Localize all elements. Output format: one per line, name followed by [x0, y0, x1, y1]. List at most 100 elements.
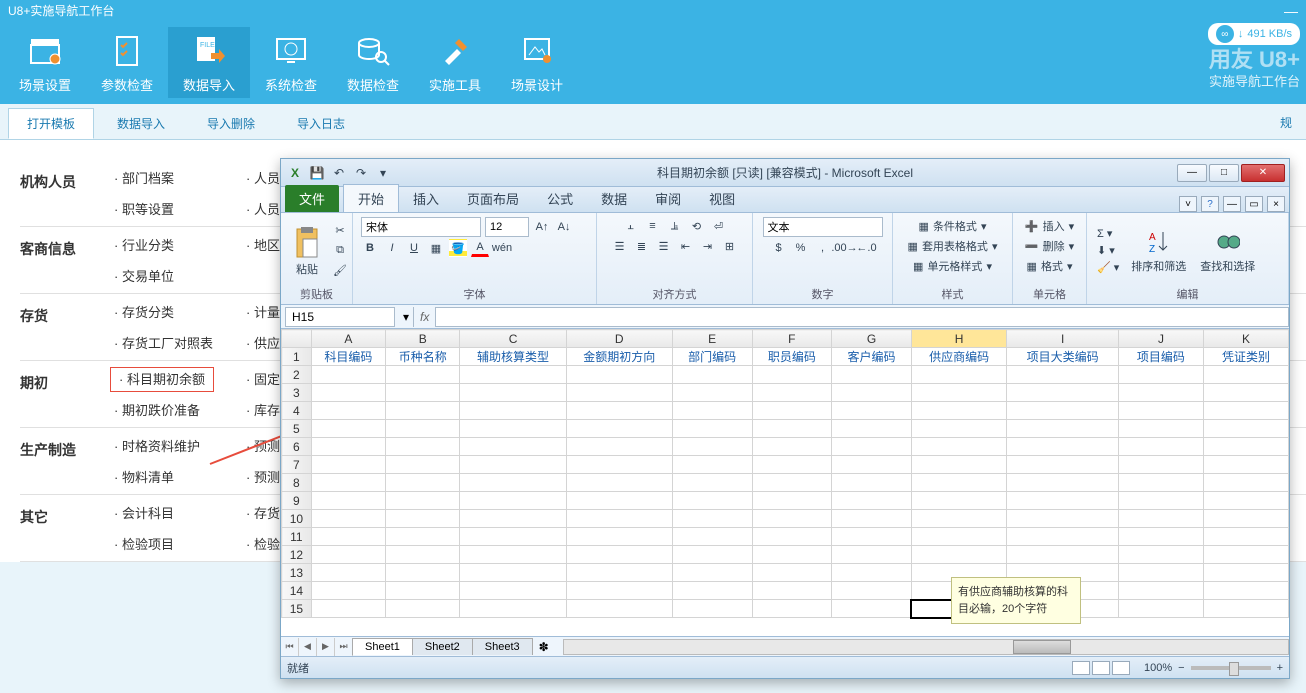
excel-tab-review[interactable]: 审阅: [641, 185, 695, 212]
wrap-text-icon[interactable]: ⏎: [710, 217, 728, 235]
column-header[interactable]: B: [386, 330, 460, 348]
cell[interactable]: [1007, 546, 1119, 564]
sheet-tab-2[interactable]: Sheet2: [412, 638, 473, 655]
cell[interactable]: [566, 528, 672, 546]
cell[interactable]: [1203, 564, 1288, 582]
cell[interactable]: [311, 384, 385, 402]
cell[interactable]: [386, 546, 460, 564]
sort-filter-button[interactable]: AZ 排序和筛选: [1127, 226, 1190, 276]
align-top-icon[interactable]: ⫠: [622, 217, 640, 235]
doc-restore-icon[interactable]: ▭: [1245, 196, 1263, 212]
cell[interactable]: [460, 582, 566, 600]
cell[interactable]: [1118, 510, 1203, 528]
cell[interactable]: [1007, 456, 1119, 474]
cell[interactable]: [1007, 492, 1119, 510]
cell[interactable]: [311, 582, 385, 600]
number-format-select[interactable]: [763, 217, 883, 237]
close-button[interactable]: ✕: [1241, 164, 1285, 182]
cell[interactable]: [311, 564, 385, 582]
cell[interactable]: [1118, 546, 1203, 564]
template-link[interactable]: · 行业分类: [110, 236, 178, 255]
cell[interactable]: [752, 456, 832, 474]
template-link[interactable]: · 期初跌价准备: [110, 401, 204, 420]
orientation-icon[interactable]: ⟲: [688, 217, 706, 235]
spreadsheet-grid[interactable]: ABCDEFGHIJK1科目编码币种名称辅助核算类型金额期初方向部门编码职员编码…: [281, 329, 1289, 636]
excel-tab-insert[interactable]: 插入: [399, 185, 453, 212]
percent-icon[interactable]: %: [792, 239, 810, 257]
save-icon[interactable]: 💾: [307, 163, 327, 183]
cell[interactable]: [832, 456, 912, 474]
cell[interactable]: [832, 438, 912, 456]
cell[interactable]: [311, 456, 385, 474]
cell[interactable]: [1203, 384, 1288, 402]
row-header[interactable]: 7: [282, 456, 312, 474]
cell[interactable]: [386, 492, 460, 510]
template-link[interactable]: · 预测: [242, 468, 284, 487]
help-icon[interactable]: ?: [1201, 196, 1219, 212]
cell[interactable]: [566, 456, 672, 474]
template-link[interactable]: · 计量: [242, 303, 284, 322]
cell[interactable]: [672, 384, 752, 402]
template-link[interactable]: · 固定: [242, 370, 284, 389]
cell[interactable]: [311, 474, 385, 492]
name-box-dropdown-icon[interactable]: ▾: [399, 310, 413, 324]
ribbon-param-check[interactable]: 参数检查: [86, 27, 168, 98]
cell[interactable]: [832, 492, 912, 510]
cell[interactable]: [311, 492, 385, 510]
font-name-select[interactable]: [361, 217, 481, 237]
cell[interactable]: [311, 402, 385, 420]
cell[interactable]: [460, 546, 566, 564]
cell[interactable]: [832, 420, 912, 438]
cell[interactable]: [752, 582, 832, 600]
ribbon-system-check[interactable]: 系统检查: [250, 27, 332, 98]
template-link[interactable]: · 职等设置: [110, 200, 178, 219]
page-layout-view-icon[interactable]: [1092, 661, 1110, 675]
cell[interactable]: [911, 474, 1007, 492]
cell[interactable]: [386, 510, 460, 528]
cell[interactable]: [1118, 564, 1203, 582]
cell[interactable]: [1007, 420, 1119, 438]
cell[interactable]: [311, 600, 385, 618]
cell[interactable]: [672, 582, 752, 600]
insert-cells-button[interactable]: ➕ 插入 ▾: [1023, 217, 1076, 235]
sheet-nav-next-icon[interactable]: ▶: [317, 638, 335, 656]
cell[interactable]: [1118, 402, 1203, 420]
template-link[interactable]: · 物料清单: [110, 468, 178, 487]
cell[interactable]: [752, 420, 832, 438]
format-painter-icon[interactable]: 🖌: [331, 262, 349, 280]
cell[interactable]: [1007, 474, 1119, 492]
cell[interactable]: [1118, 492, 1203, 510]
cell[interactable]: [672, 402, 752, 420]
cell[interactable]: [832, 582, 912, 600]
currency-icon[interactable]: $: [770, 239, 788, 257]
cell[interactable]: [566, 384, 672, 402]
minimize-button[interactable]: —: [1177, 164, 1207, 182]
cut-icon[interactable]: ✂: [331, 222, 349, 240]
column-header[interactable]: K: [1203, 330, 1288, 348]
cell[interactable]: 凭证类别: [1203, 348, 1288, 366]
name-box[interactable]: H15: [285, 307, 395, 327]
cell[interactable]: [752, 510, 832, 528]
cell[interactable]: [911, 438, 1007, 456]
template-link[interactable]: · 人员: [242, 200, 284, 219]
sheet-nav-first-icon[interactable]: ⏮: [281, 638, 299, 656]
conditional-format-button[interactable]: ▦ 条件格式 ▾: [917, 217, 989, 235]
cell[interactable]: 供应商编码: [911, 348, 1007, 366]
fill-color-icon[interactable]: 🪣: [449, 239, 467, 257]
cell[interactable]: [566, 600, 672, 618]
align-center-icon[interactable]: ≣: [633, 237, 651, 255]
cell[interactable]: [752, 438, 832, 456]
decrease-decimal-icon[interactable]: ←.0: [858, 239, 876, 257]
cell[interactable]: [1203, 528, 1288, 546]
select-all-corner[interactable]: [282, 330, 312, 348]
autosum-icon[interactable]: Σ ▾: [1095, 226, 1121, 241]
ribbon-data-check[interactable]: 数据检查: [332, 27, 414, 98]
indent-decrease-icon[interactable]: ⇤: [677, 237, 695, 255]
doc-minimize-icon[interactable]: —: [1223, 196, 1241, 212]
column-header[interactable]: E: [672, 330, 752, 348]
cell[interactable]: [460, 492, 566, 510]
increase-decimal-icon[interactable]: .00→: [836, 239, 854, 257]
zoom-in-icon[interactable]: +: [1277, 662, 1283, 674]
cell[interactable]: [672, 474, 752, 492]
ribbon-minimize-icon[interactable]: ˅: [1179, 196, 1197, 212]
